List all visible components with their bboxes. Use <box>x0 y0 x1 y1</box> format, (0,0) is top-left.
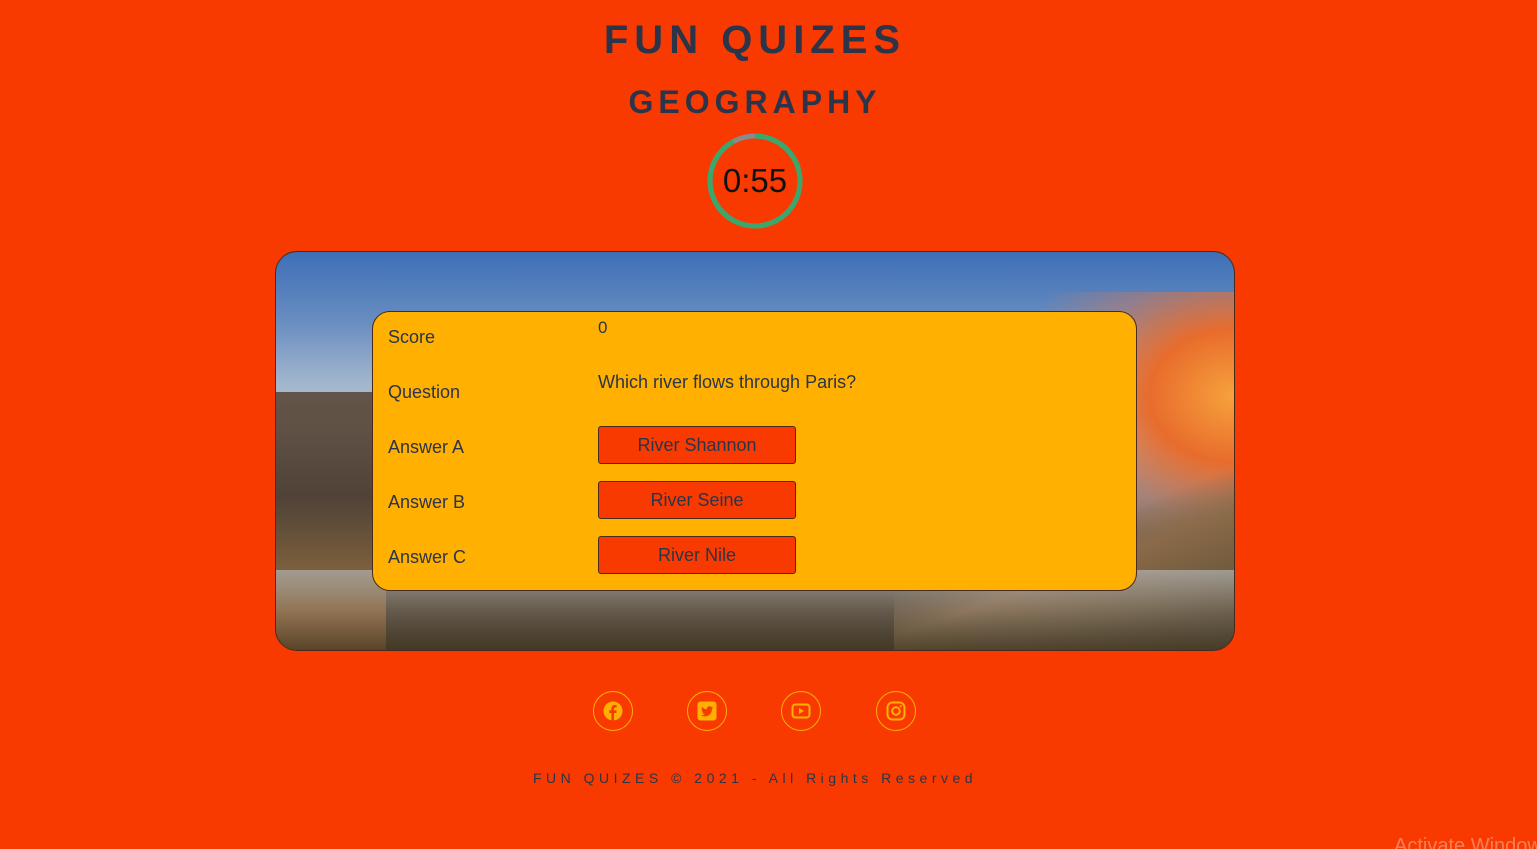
site-title: FUN QUIZES <box>603 18 907 62</box>
answer-c-button[interactable]: River Nile <box>598 536 796 574</box>
answer-b-label: Answer B <box>388 492 466 512</box>
social-links <box>593 691 923 731</box>
score-value: 0 <box>598 318 608 337</box>
instagram-icon <box>886 701 906 721</box>
answer-a-label: Answer A <box>388 437 465 457</box>
timer-label: 0:55 <box>722 162 788 199</box>
youtube-link[interactable] <box>781 691 821 731</box>
facebook-icon <box>603 701 623 721</box>
footer-copyright: FUN QUIZES © 2021 - All Rights Reserved <box>532 770 978 786</box>
facebook-link[interactable] <box>593 691 633 731</box>
quiz-card: Score 0 Question Which river flows throu… <box>372 311 1137 591</box>
answer-b-button[interactable]: River Seine <box>598 481 796 519</box>
countdown-timer: 0:55 <box>706 132 804 230</box>
instagram-link[interactable] <box>876 691 916 731</box>
question-label: Question <box>388 382 461 402</box>
score-label: Score <box>388 327 436 347</box>
twitter-link[interactable] <box>687 691 727 731</box>
youtube-icon <box>791 703 811 719</box>
quiz-frame: Score 0 Question Which river flows throu… <box>275 251 1235 651</box>
windows-activation-watermark: Activate Windows <box>1394 835 1537 849</box>
question-text: Which river flows through Paris? <box>598 372 857 392</box>
quiz-page: FUN QUIZES GEOGRAPHY 0:55 Score 0 Questi… <box>0 0 1537 849</box>
twitter-icon <box>697 701 717 721</box>
answer-a-button[interactable]: River Shannon <box>598 426 796 464</box>
category-title: GEOGRAPHY <box>628 84 882 120</box>
answer-c-label: Answer C <box>388 547 467 567</box>
